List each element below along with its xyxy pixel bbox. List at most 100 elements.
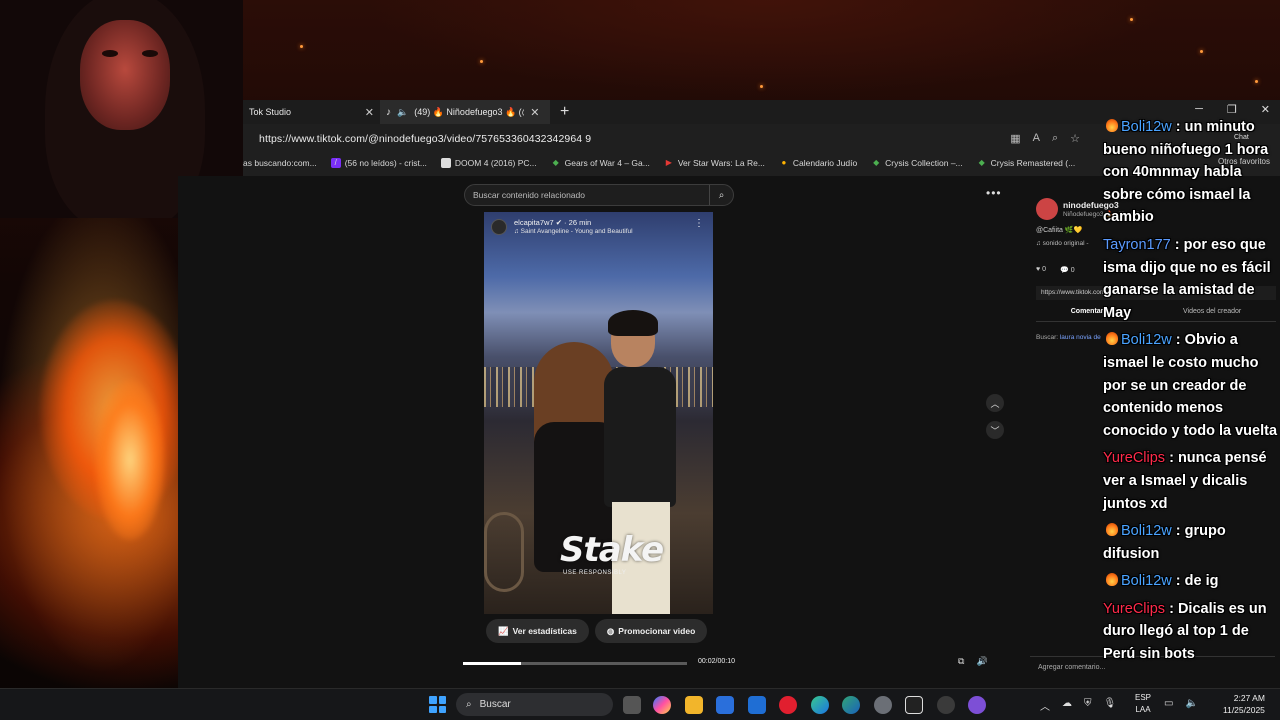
chat-username[interactable]: Boli12w (1121, 332, 1172, 348)
chevron-up-icon[interactable]: ︿ (1040, 698, 1050, 713)
minimize-icon[interactable]: ─ (1195, 103, 1203, 116)
stream-chat: Boli12w : un minuto bueno niñofuego 1 ho… (1103, 116, 1280, 671)
favorite-star-icon[interactable]: ☆ (1070, 132, 1080, 145)
clock-date: 11/25/2025 (1223, 705, 1265, 715)
view-stats-button[interactable]: 📈 Ver estadísticas (486, 619, 589, 643)
video-progress-bar[interactable] (463, 662, 687, 665)
system-tray: ︿ ☁ ⛨ 🎙 (1040, 698, 1116, 713)
previous-video-button[interactable]: ︿ (986, 394, 1004, 412)
page-icon (440, 158, 451, 168)
shield-icon[interactable]: ⛨ (1084, 698, 1092, 713)
comment-count[interactable]: 💬 0 (1060, 266, 1075, 274)
creator-avatar[interactable] (1036, 198, 1058, 220)
file-explorer-icon[interactable] (685, 696, 703, 714)
chart-icon: 📈 (498, 625, 509, 636)
more-options-icon[interactable]: ••• (986, 186, 1002, 200)
like-count[interactable]: ♥ 0 (1036, 266, 1046, 274)
tab-studio[interactable]: Tok Studio ✕ (243, 100, 380, 124)
chat-text: de ig (1184, 573, 1219, 590)
task-view-icon[interactable] (623, 696, 641, 714)
search-term[interactable]: laura novia de (1060, 334, 1101, 341)
video-more-icon[interactable]: ⋮ (694, 218, 704, 229)
video-author-avatar[interactable] (491, 219, 507, 235)
close-icon[interactable]: ✕ (365, 106, 374, 119)
search-icon[interactable]: ⌕ (709, 185, 733, 205)
system-clock[interactable]: 2:27 AM 11/25/2025 (1223, 692, 1265, 716)
like-count-value: 0 (1042, 266, 1047, 273)
gamepad-icon: ◆ (978, 158, 985, 167)
bookmark-label: DOOM 4 (2016) PC... (454, 158, 537, 168)
button-label: Ver estadísticas (512, 626, 577, 636)
bookmark-item[interactable]: ◆ Crysis Collection –... (871, 158, 963, 168)
bookmark-item[interactable]: DOOM 4 (2016) PC... (440, 158, 537, 168)
video-stats: ♥ 0 💬 0 (1036, 266, 1075, 274)
zoom-icon[interactable]: ⌕ (1052, 132, 1058, 145)
chat-username[interactable]: Boli12w (1121, 573, 1172, 589)
windows-start-icon[interactable] (429, 696, 446, 713)
video-time: 00:02/00:10 (698, 658, 735, 665)
twitch-icon[interactable] (968, 696, 986, 714)
chat-username[interactable]: Boli12w (1121, 523, 1172, 539)
bookmark-item[interactable]: ◆ Crysis Remastered (... (977, 158, 1076, 168)
stake-watermark-sub: USE RESPONSIBLY (563, 570, 627, 576)
bookmark-item[interactable]: / (56 no leídos) - crist... (330, 158, 427, 168)
promote-video-button[interactable]: ◍ Promocionar video (594, 619, 708, 643)
chat-username[interactable]: Tayron177 (1103, 237, 1171, 253)
player-controls: ⧉ 🔊 (958, 656, 988, 667)
fire-badge-icon (1106, 332, 1118, 346)
tab-tiktok-video[interactable]: ♪ 🔈 (49) 🔥 Niñodefuego3 🔥 (@ ✕ (380, 100, 550, 124)
chat-username[interactable]: Boli12w (1121, 119, 1172, 135)
volume-icon[interactable]: 🔊 (976, 656, 987, 667)
comment-search[interactable]: Buscar: laura novia de (1036, 334, 1101, 341)
search-icon: ⌕ (466, 699, 472, 710)
clock-time: 2:27 AM (1233, 693, 1265, 703)
ember (1130, 18, 1133, 21)
bookmark-item[interactable]: ◆ Gears of War 4 – Ga... (551, 158, 650, 168)
language-indicator[interactable]: ESP LAA (1135, 692, 1151, 716)
app-icon[interactable]: ▦ (1010, 132, 1020, 145)
chat-username[interactable]: YureClips (1103, 450, 1165, 466)
search-label: Buscar: (1036, 334, 1059, 341)
close-icon[interactable]: ✕ (530, 106, 539, 119)
opera-icon[interactable] (779, 696, 797, 714)
picture-in-picture-icon[interactable]: ⧉ (958, 656, 964, 667)
settings-gear-icon[interactable] (874, 696, 892, 714)
taskbar-search[interactable]: ⌕ Buscar (456, 693, 613, 716)
ember (1200, 50, 1203, 53)
related-search-input[interactable]: Buscar contenido relacionado ⌕ (464, 184, 734, 206)
flame-icon: ◍ (606, 625, 615, 636)
video-sound[interactable]: ♫ sonido original - (1036, 240, 1089, 247)
read-aloud-icon[interactable]: A (1033, 132, 1040, 145)
store-icon[interactable] (716, 696, 734, 714)
edge-icon[interactable] (811, 696, 829, 714)
url-text[interactable]: https://www.tiktok.com/@ninodefuego3/vid… (259, 133, 591, 145)
stake-watermark: Stake (560, 530, 664, 570)
webcam-face (80, 20, 170, 130)
capcut-icon[interactable] (905, 696, 923, 714)
close-window-icon[interactable]: ✕ (1261, 103, 1270, 116)
speaker-icon[interactable]: 🔈 (397, 107, 408, 118)
speaker-icon[interactable]: 🔈 (1185, 698, 1197, 709)
new-tab-button[interactable]: + (560, 103, 569, 121)
outlook-icon[interactable] (748, 696, 766, 714)
yahoo-icon: / (330, 158, 341, 168)
bookmark-label: Gears of War 4 – Ga... (564, 158, 650, 168)
edge-beta-icon[interactable] (842, 696, 860, 714)
bookmark-item[interactable]: as buscando:com... (243, 158, 317, 168)
maximize-icon[interactable]: ❐ (1227, 103, 1237, 116)
system-status-icons: ▭ 🔈 (1164, 698, 1198, 709)
video-song[interactable]: ♫ Saint Avangeline - Young and Beautiful (514, 228, 633, 235)
video-player[interactable]: elcapita7w7 ✔ · 26 min ♫ Saint Avangelin… (484, 212, 713, 614)
display-icon[interactable]: ▭ (1164, 698, 1173, 709)
microphone-icon[interactable]: 🎙 (1104, 698, 1117, 713)
next-video-button[interactable]: ﹀ (986, 421, 1004, 439)
comment-count-value: 0 (1070, 267, 1075, 274)
bookmark-item[interactable]: ▶ Ver Star Wars: La Re... (664, 158, 765, 168)
bookmark-item[interactable]: ● Calendario Judío (779, 158, 857, 168)
cloud-icon[interactable]: ☁ (1062, 698, 1072, 713)
chat-username[interactable]: YureClips (1103, 601, 1165, 617)
video-author[interactable]: elcapita7w7 ✔ · 26 min (514, 218, 591, 227)
copilot-icon[interactable] (653, 696, 671, 714)
chevron-up-icon: ︿ (990, 398, 1000, 409)
speedtest-icon[interactable] (937, 696, 955, 714)
